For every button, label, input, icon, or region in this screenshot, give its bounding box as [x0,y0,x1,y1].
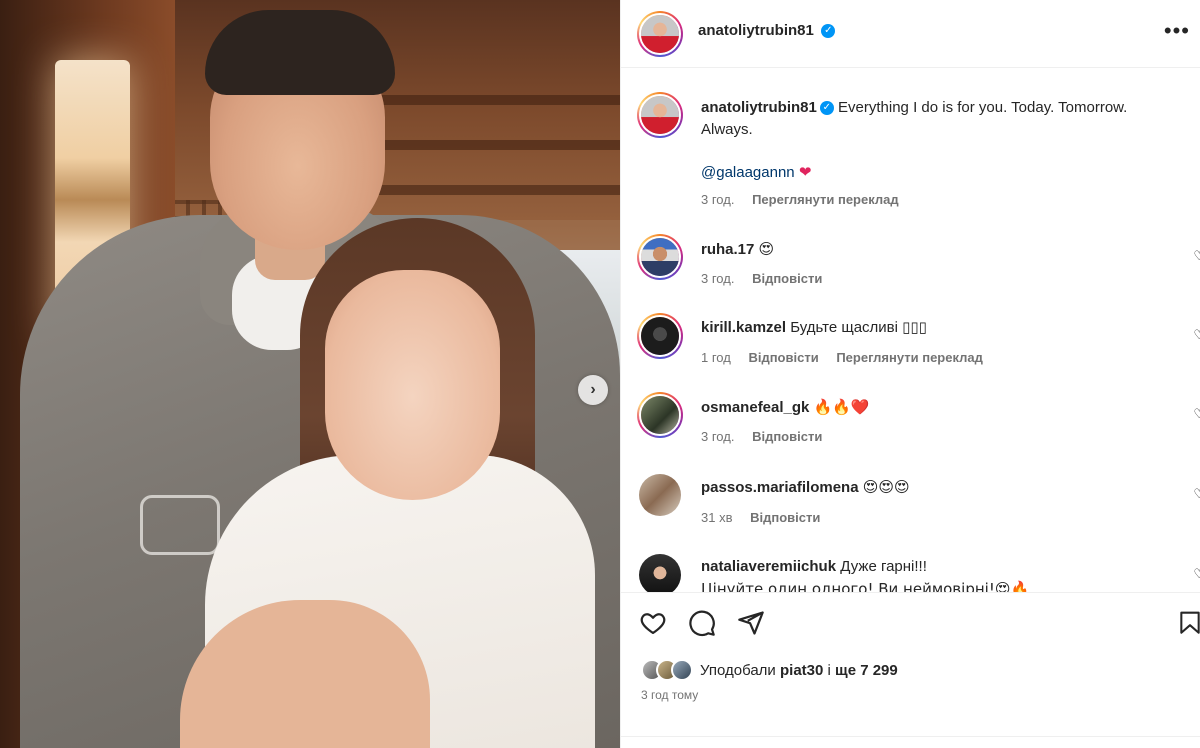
comment-bubble-icon[interactable] [688,609,716,637]
commenter-username[interactable]: nataliaveremiichuk [701,558,836,575]
like-comment-heart-icon[interactable]: ♡ [1193,566,1200,582]
commenter-username[interactable]: ruha.17 [701,241,754,258]
commenter-avatar[interactable] [637,313,683,359]
commenter-avatar[interactable] [639,474,681,516]
woman-face [325,270,500,500]
red-heart-emoji: ❤ [798,163,812,181]
comment-text: Будьте щасливі ▯▯▯ [790,319,927,336]
comment-text: 🔥🔥❤️ [813,398,870,416]
man-hair [205,10,395,95]
likes-and: і [827,661,831,679]
post-side-panel: anatoliytrubin81 ✓ ••• anatoliytrubin81 ✓… [620,0,1200,748]
post-actions: Уподобали piat30 і ще 7 299 3 год тому [621,592,1200,748]
comment-time: 3 год. [701,271,735,286]
commenter-username[interactable]: osmanefeal_gk [701,399,809,416]
see-translation-link[interactable]: Переглянути переклад [836,350,983,365]
post-header: anatoliytrubin81 ✓ ••• [621,0,1200,68]
like-comment-heart-icon[interactable]: ♡ [1193,248,1200,264]
commenter-avatar[interactable] [637,234,683,280]
next-photo-button[interactable]: › [578,375,608,405]
comment-text-line2: Цінуйте один одного! Ви неймовірні!😍🔥 [701,580,1030,592]
post-photo[interactable]: › [0,0,620,748]
likes-summary[interactable]: Уподобали piat30 і ще 7 299 [641,659,898,681]
commenter-avatar[interactable] [637,392,683,438]
see-translation-link[interactable]: Переглянути переклад [752,192,899,207]
mention-link[interactable]: @galaagannn [701,164,795,181]
like-comment-heart-icon[interactable]: ♡ [1193,327,1200,343]
likes-prefix: Уподобали [700,661,776,679]
liker-avatar [671,659,693,681]
share-paper-plane-icon[interactable] [737,609,765,637]
comment-text: 😍😍😍 [862,478,910,496]
reply-button[interactable]: Відповісти [750,510,820,525]
post-time-ago[interactable]: 3 год тому [641,688,698,702]
commenter-username[interactable]: kirill.kamzel [701,319,786,336]
chevron-right-icon: › [590,381,596,398]
comment-time: 31 хв [701,510,733,525]
comment-text: Дуже гарні!!! [840,558,927,575]
reply-button[interactable]: Відповісти [752,271,822,286]
reply-button[interactable]: Відповісти [752,429,822,444]
comment-text: 😍 [758,240,775,258]
liker-username[interactable]: piat30 [780,662,823,679]
author-avatar[interactable] [637,92,683,138]
commenter-avatar[interactable] [639,554,681,592]
caption-time: 3 год. [701,192,735,207]
verified-badge-icon: ✓ [819,101,834,116]
like-comment-heart-icon[interactable]: ♡ [1193,406,1200,422]
add-comment-row[interactable] [621,736,1200,748]
like-comment-heart-icon[interactable]: ♡ [1193,486,1200,502]
save-bookmark-icon[interactable] [1177,609,1200,637]
caption-username[interactable]: anatoliytrubin81 [701,99,817,116]
like-heart-icon[interactable] [639,609,667,637]
author-username[interactable]: anatoliytrubin81 [698,22,814,39]
hoodie-logo [140,495,220,555]
comment-time: 3 год. [701,429,735,444]
reply-button[interactable]: Відповісти [748,350,818,365]
commenter-username[interactable]: passos.mariafilomena [701,479,859,496]
comment-time: 1 год [701,350,731,365]
likes-count[interactable]: ще 7 299 [835,662,898,679]
more-options-icon[interactable]: ••• [1164,18,1190,44]
comments-list[interactable]: anatoliytrubin81 ✓ Everything I do is for… [621,68,1200,592]
verified-badge-icon: ✓ [821,23,836,38]
author-avatar[interactable] [637,11,683,57]
